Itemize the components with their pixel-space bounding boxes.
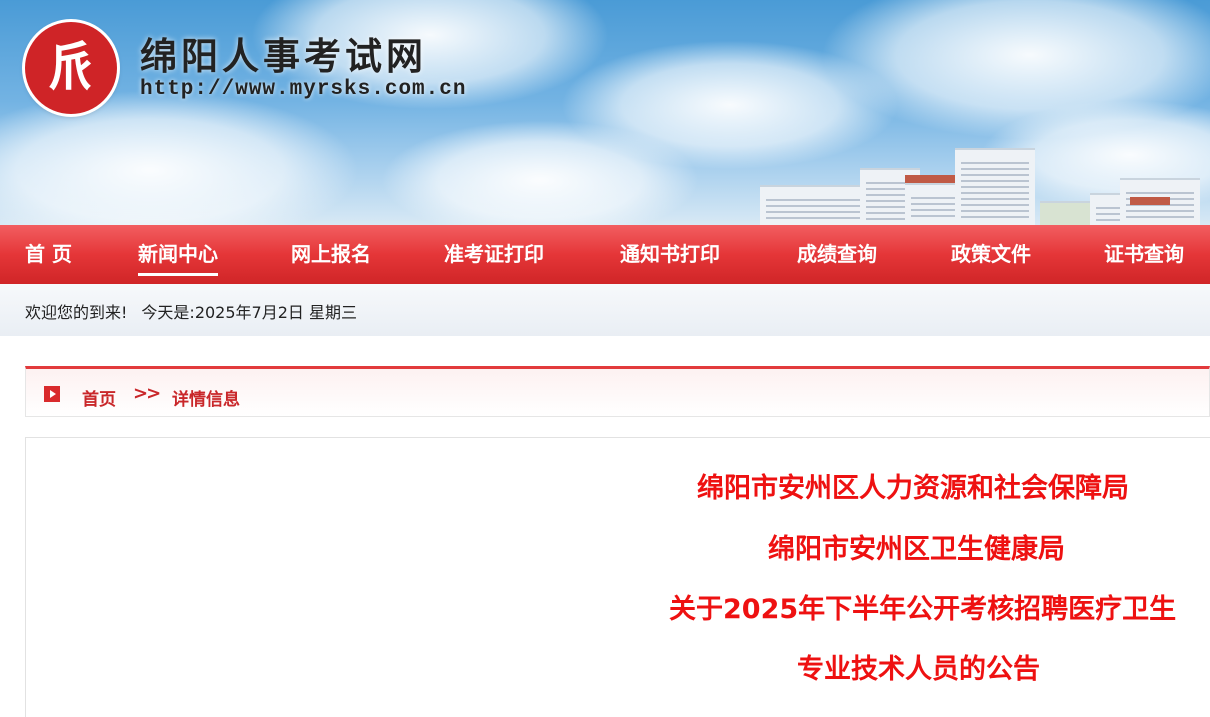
- article-title-line-2: 绵阳市安州区卫生健康局: [768, 534, 1065, 565]
- article-title-line-3: 关于2025年下半年公开考核招聘医疗卫生: [669, 594, 1177, 625]
- article-title-line-1: 绵阳市安州区人力资源和社会保障局: [697, 473, 1129, 504]
- breadcrumb-home-link[interactable]: 首页: [82, 385, 116, 410]
- play-arrow-icon: [44, 386, 60, 402]
- breadcrumb-current: 详情信息: [172, 390, 240, 410]
- site-url: http://www.myrsks.com.cn: [140, 78, 467, 101]
- building-decoration: [955, 148, 1035, 225]
- roof-decoration: [1130, 197, 1170, 205]
- current-date: 今天是:2025年7月2日 星期三: [141, 303, 357, 322]
- breadcrumb: 首页 >> 详情信息: [25, 366, 1210, 417]
- nav-item-admission-ticket[interactable]: 准考证打印: [444, 225, 544, 284]
- logo-glyph: 𠂢: [44, 37, 97, 98]
- nav-item-policy[interactable]: 政策文件: [951, 225, 1031, 284]
- header-banner: 𠂢 绵阳人事考试网 http://www.myrsks.com.cn: [0, 0, 1210, 225]
- breadcrumb-separator: >>: [133, 383, 161, 404]
- welcome-text: 欢迎您的到来! 今天是:2025年7月2日 星期三: [25, 299, 371, 323]
- site-logo[interactable]: 𠂢: [25, 22, 117, 114]
- main-nav: 首 页 新闻中心 网上报名 准考证打印 通知书打印 成绩查询 政策文件 证书查询: [0, 225, 1210, 284]
- nav-item-certificate-query[interactable]: 证书查询: [1104, 225, 1184, 284]
- site-title: 绵阳人事考试网: [140, 34, 427, 78]
- welcome-greeting: 欢迎您的到来!: [25, 303, 128, 322]
- nav-item-registration[interactable]: 网上报名: [291, 225, 371, 284]
- nav-item-score-query[interactable]: 成绩查询: [797, 225, 877, 284]
- nav-item-news[interactable]: 新闻中心: [138, 225, 218, 284]
- nav-item-home[interactable]: 首 页: [25, 225, 72, 284]
- welcome-bar: 欢迎您的到来! 今天是:2025年7月2日 星期三: [0, 284, 1210, 336]
- nav-item-notice-print[interactable]: 通知书打印: [620, 225, 720, 284]
- article-title-line-4: 专业技术人员的公告: [797, 654, 1040, 685]
